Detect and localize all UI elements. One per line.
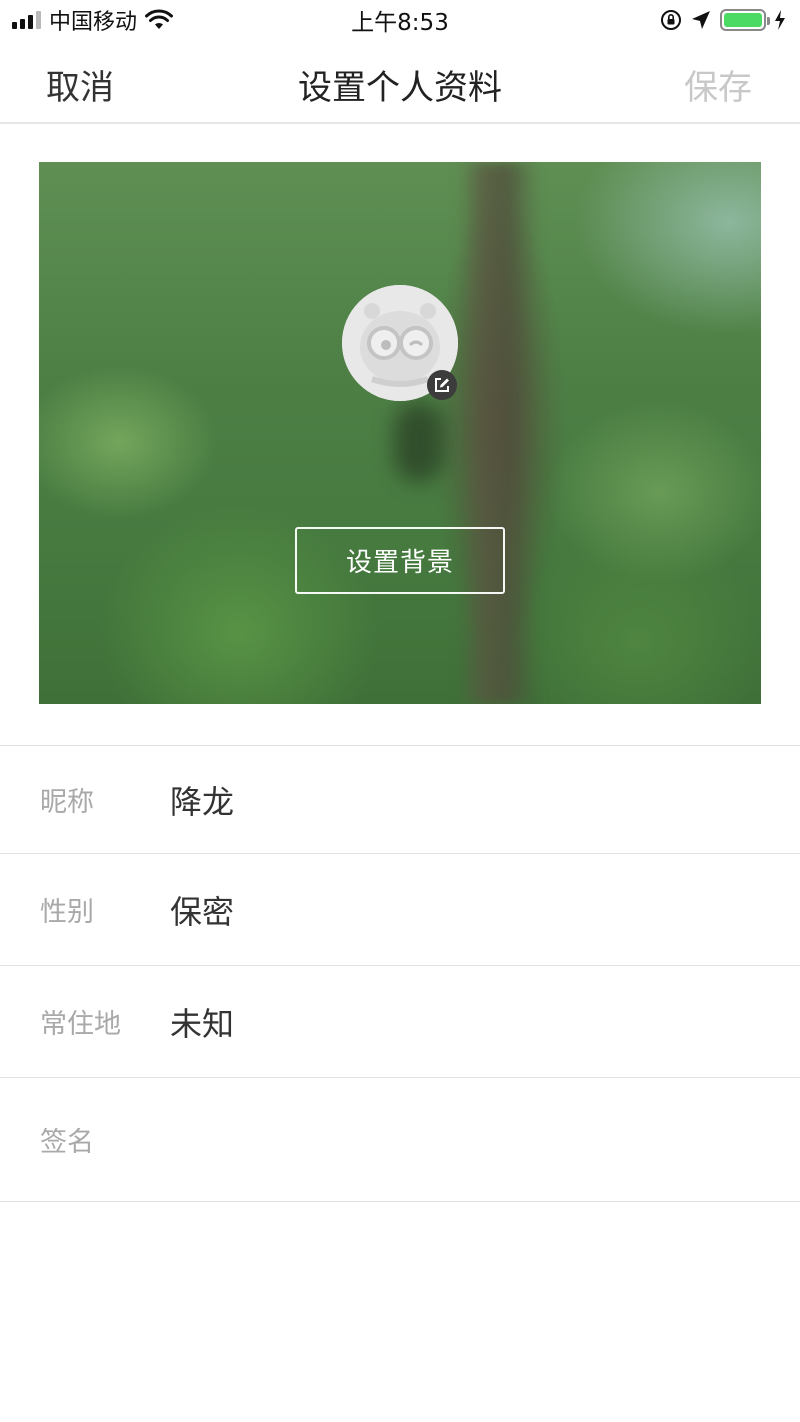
profile-form: 昵称 降龙 性别 保密 常住地 未知 签名 (0, 745, 800, 1202)
gender-label: 性别 (40, 897, 94, 928)
gender-value[interactable]: 保密 (170, 887, 234, 933)
status-right (660, 9, 786, 31)
nickname-label: 昵称 (40, 787, 94, 818)
location-label: 常住地 (40, 1009, 121, 1040)
status-bar: 中国移动 上午8:53 (0, 0, 800, 40)
wifi-icon (145, 9, 174, 29)
cover-shade (394, 402, 444, 482)
set-background-button[interactable]: 设置背景 (295, 527, 505, 594)
nickname-row[interactable]: 昵称 降龙 (0, 746, 800, 854)
charging-bolt-icon (775, 10, 785, 30)
save-button[interactable]: 保存 (684, 60, 752, 109)
navigation-bar: 取消 设置个人资料 保存 (0, 40, 800, 124)
carrier-name: 中国移动 (49, 10, 138, 35)
status-left: 中国移动 (12, 4, 174, 36)
orientation-lock-icon (661, 10, 681, 30)
edit-icon (435, 378, 449, 392)
cellular-signal-icon (12, 11, 41, 29)
cover-tree-trunk (459, 162, 539, 704)
signature-row[interactable]: 签名 (0, 1078, 800, 1202)
signature-label: 签名 (40, 1127, 94, 1158)
nickname-value[interactable]: 降龙 (170, 777, 234, 823)
battery-fill (724, 13, 762, 27)
page-title: 设置个人资料 (298, 68, 502, 108)
location-row[interactable]: 常住地 未知 (0, 966, 800, 1078)
cover-background-image: 设置背景 (39, 162, 761, 704)
location-value[interactable]: 未知 (170, 999, 234, 1045)
location-arrow-icon (692, 11, 710, 29)
battery-icon (720, 9, 770, 31)
gender-row[interactable]: 性别 保密 (0, 854, 800, 966)
edit-avatar-button[interactable] (427, 370, 457, 400)
